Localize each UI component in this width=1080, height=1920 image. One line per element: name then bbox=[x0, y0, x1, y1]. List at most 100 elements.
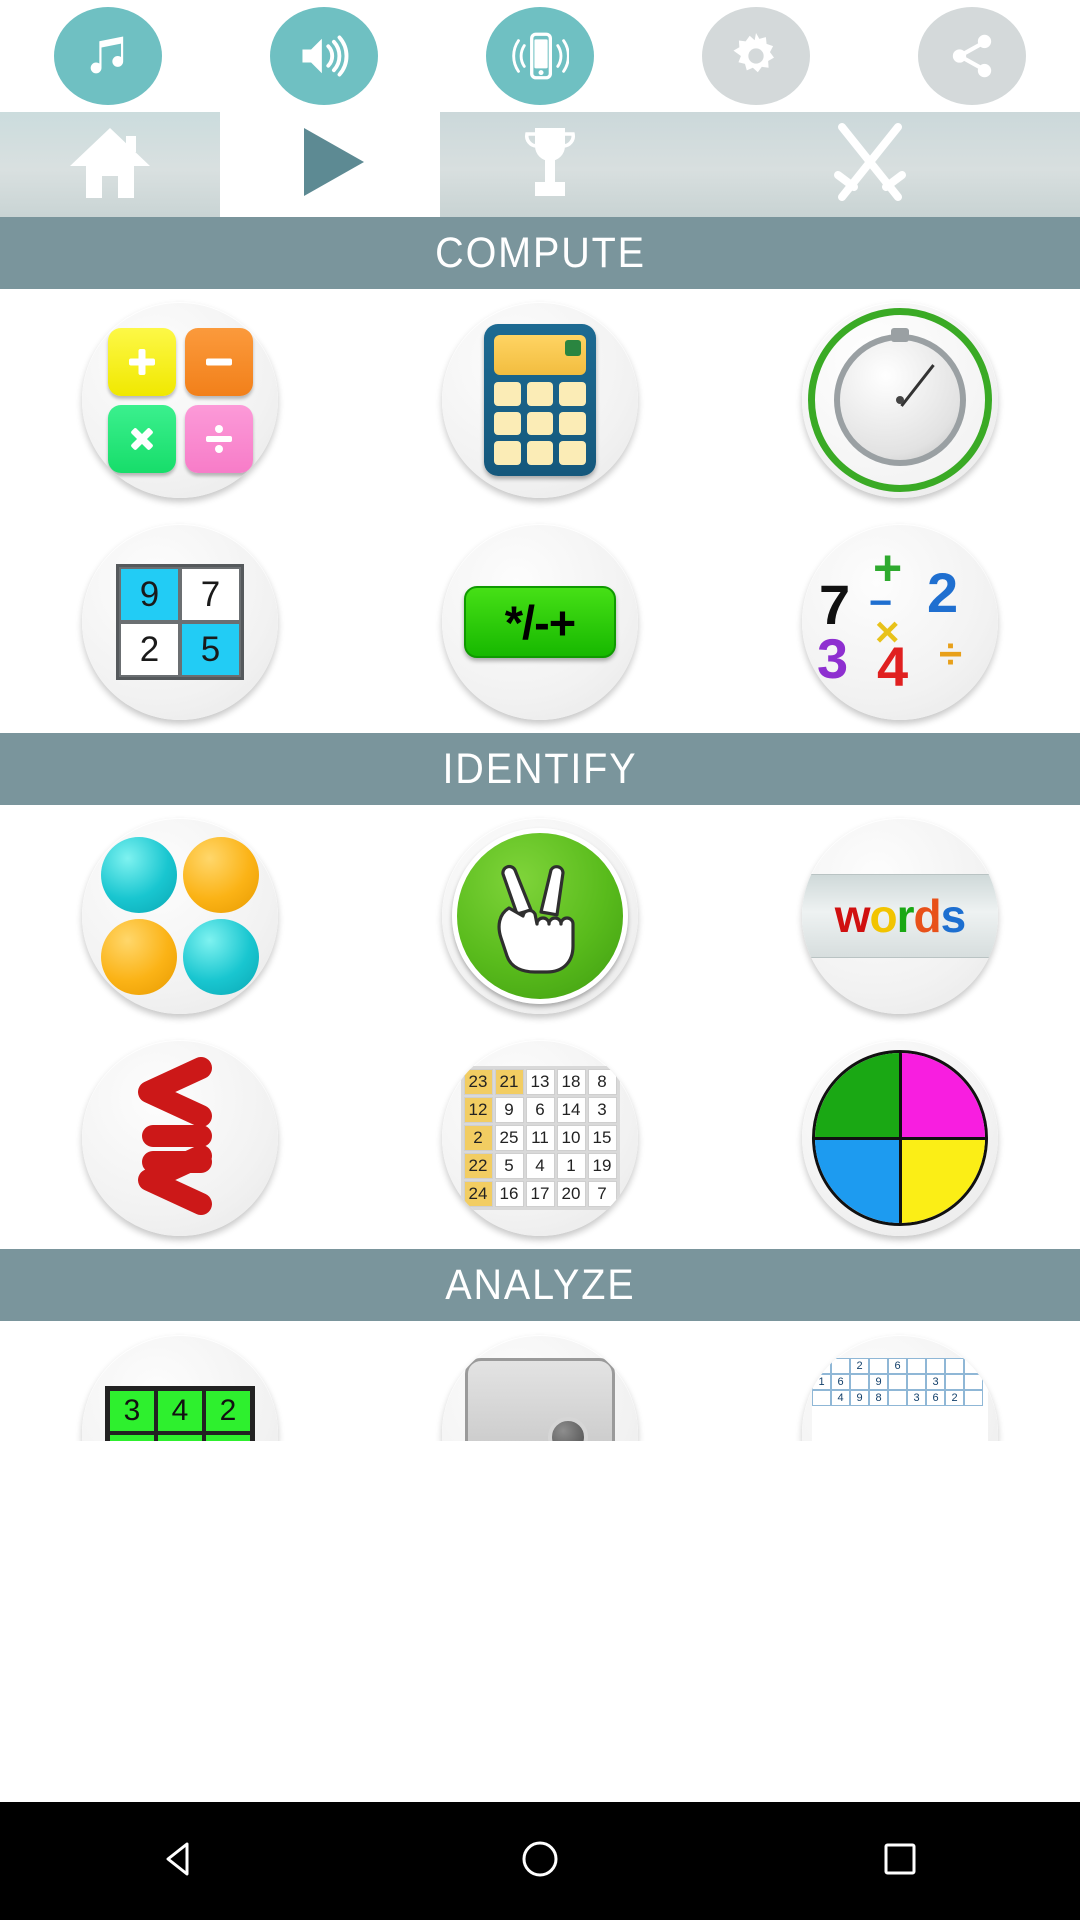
sudoku-cell: 6 bbox=[926, 1390, 945, 1406]
nav-home-button[interactable] bbox=[480, 1802, 600, 1920]
game-calculator[interactable] bbox=[360, 289, 720, 511]
section-header-compute: COMPUTE bbox=[0, 217, 1080, 289]
section-header-analyze: ANALYZE bbox=[0, 1249, 1080, 1321]
minus-key bbox=[185, 328, 253, 396]
bingo-cell: 4 bbox=[526, 1153, 555, 1179]
section-title: COMPUTE bbox=[435, 229, 646, 278]
share-icon bbox=[947, 31, 997, 81]
word-letter: d bbox=[914, 893, 941, 939]
sudoku-cell bbox=[812, 1390, 831, 1406]
grid-cell: 7 bbox=[180, 567, 241, 622]
bingo-cell: 16 bbox=[495, 1181, 524, 1207]
game-operations[interactable] bbox=[0, 289, 360, 511]
game-roman[interactable] bbox=[0, 1027, 360, 1249]
bingo-cell: 11 bbox=[526, 1125, 555, 1151]
sudoku-cell bbox=[888, 1374, 907, 1390]
volume-icon-button[interactable] bbox=[270, 7, 378, 105]
game-words[interactable]: w o r d s bbox=[720, 805, 1080, 1027]
home-icon bbox=[64, 122, 156, 207]
bingo-cell: 14 bbox=[557, 1097, 586, 1123]
settings-icon-button[interactable] bbox=[702, 7, 810, 105]
tab-trophy[interactable] bbox=[440, 112, 660, 217]
calculator-graphic bbox=[484, 324, 596, 476]
sudoku-cell: 6 bbox=[888, 1358, 907, 1374]
section-header-identify: IDENTIFY bbox=[0, 733, 1080, 805]
puzzle-cell: 3 bbox=[108, 1389, 156, 1433]
share-icon-button[interactable] bbox=[918, 7, 1026, 105]
game-color-wheel[interactable] bbox=[720, 1027, 1080, 1249]
pie-quadrant bbox=[815, 1053, 900, 1138]
bingo-cell: 19 bbox=[588, 1153, 617, 1179]
vibrate-icon-button[interactable] bbox=[486, 7, 594, 105]
color-wheel-graphic bbox=[812, 1050, 988, 1226]
sudoku-cell bbox=[964, 1374, 983, 1390]
pie-quadrant bbox=[900, 1138, 985, 1223]
analyze-tile-grid: 3 4 2 6 4 bbox=[0, 1321, 1080, 1441]
tile-disc: 5 2 6 1 6 9 bbox=[802, 1335, 998, 1441]
sudoku-cell bbox=[831, 1358, 850, 1374]
sudoku-grid: 5 2 6 1 6 9 bbox=[812, 1358, 988, 1406]
game-bingo[interactable]: 23 21 13 18 8 12 9 6 14 3 2 25 11 10 15 … bbox=[360, 1027, 720, 1249]
music-icon-button[interactable] bbox=[54, 7, 162, 105]
grid-cell: 2 bbox=[119, 622, 180, 677]
pie-quadrant bbox=[815, 1138, 900, 1223]
game-colored-balls[interactable] bbox=[0, 805, 360, 1027]
bingo-cell: 25 bbox=[495, 1125, 524, 1151]
sudoku-cell: 9 bbox=[850, 1390, 869, 1406]
bingo-cell: 24 bbox=[464, 1181, 493, 1207]
sudoku-cell bbox=[907, 1374, 926, 1390]
stopwatch-face bbox=[834, 334, 966, 466]
mixed-math-graphic: 7 + 2 − × 3 4 ÷ bbox=[815, 547, 985, 697]
tile-disc bbox=[442, 1335, 638, 1441]
plus-key bbox=[108, 328, 176, 396]
bingo-cell: 13 bbox=[526, 1069, 555, 1095]
sudoku-cell: 6 bbox=[831, 1374, 850, 1390]
tile-disc: 3 4 2 6 4 bbox=[82, 1335, 278, 1441]
stopwatch-crown bbox=[891, 328, 909, 342]
tile-disc: 9 7 2 5 bbox=[82, 524, 278, 720]
sudoku-cell bbox=[850, 1374, 869, 1390]
tab-play[interactable] bbox=[220, 112, 440, 217]
grid-cell: 9 bbox=[119, 567, 180, 622]
bingo-cell: 12 bbox=[464, 1097, 493, 1123]
puzzle-cell: 4 bbox=[204, 1433, 252, 1441]
compute-tile-grid: 9 7 2 5 */-+ 7 + 2 − × 3 bbox=[0, 289, 1080, 733]
volume-icon bbox=[296, 30, 352, 82]
vibrate-icon bbox=[511, 29, 569, 83]
tile-disc: 7 + 2 − × 3 4 ÷ bbox=[802, 524, 998, 720]
roman-numerals-icon bbox=[105, 1056, 255, 1221]
nav-recent-button[interactable] bbox=[840, 1802, 960, 1920]
bingo-cell: 7 bbox=[588, 1181, 617, 1207]
bingo-cell: 10 bbox=[557, 1125, 586, 1151]
spheres-graphic bbox=[101, 837, 259, 995]
stopwatch-pin bbox=[896, 396, 904, 404]
tab-duel[interactable] bbox=[660, 112, 1080, 217]
tile-disc bbox=[82, 1040, 278, 1236]
bingo-cell: 1 bbox=[557, 1153, 586, 1179]
tab-home[interactable] bbox=[0, 112, 220, 217]
game-operators[interactable]: */-+ bbox=[360, 511, 720, 733]
game-grid-puzzle[interactable]: 3 4 2 6 4 bbox=[0, 1321, 360, 1441]
game-safe[interactable] bbox=[360, 1321, 720, 1441]
calculator-display bbox=[494, 335, 586, 375]
tile-disc bbox=[802, 302, 998, 498]
sudoku-cell: 4 bbox=[831, 1390, 850, 1406]
game-stopwatch[interactable] bbox=[720, 289, 1080, 511]
bingo-cell: 5 bbox=[495, 1153, 524, 1179]
game-sudoku[interactable]: 5 2 6 1 6 9 bbox=[720, 1321, 1080, 1441]
game-mixed-math[interactable]: 7 + 2 − × 3 4 ÷ bbox=[720, 511, 1080, 733]
bingo-cell: 9 bbox=[495, 1097, 524, 1123]
sudoku-cell: 3 bbox=[907, 1390, 926, 1406]
sudoku-graphic: 5 2 6 1 6 9 bbox=[812, 1358, 988, 1441]
bingo-cell: 6 bbox=[526, 1097, 555, 1123]
game-number-grid[interactable]: 9 7 2 5 bbox=[0, 511, 360, 733]
nav-back-button[interactable] bbox=[120, 1802, 240, 1920]
sudoku-cell: 8 bbox=[869, 1390, 888, 1406]
music-icon bbox=[82, 30, 134, 82]
top-toolbar bbox=[0, 0, 1080, 112]
word-letter: s bbox=[941, 893, 966, 939]
game-fingers[interactable] bbox=[360, 805, 720, 1027]
words-band: w o r d s bbox=[802, 874, 998, 958]
sudoku-cell: 9 bbox=[869, 1374, 888, 1390]
sudoku-cell: 2 bbox=[945, 1390, 964, 1406]
